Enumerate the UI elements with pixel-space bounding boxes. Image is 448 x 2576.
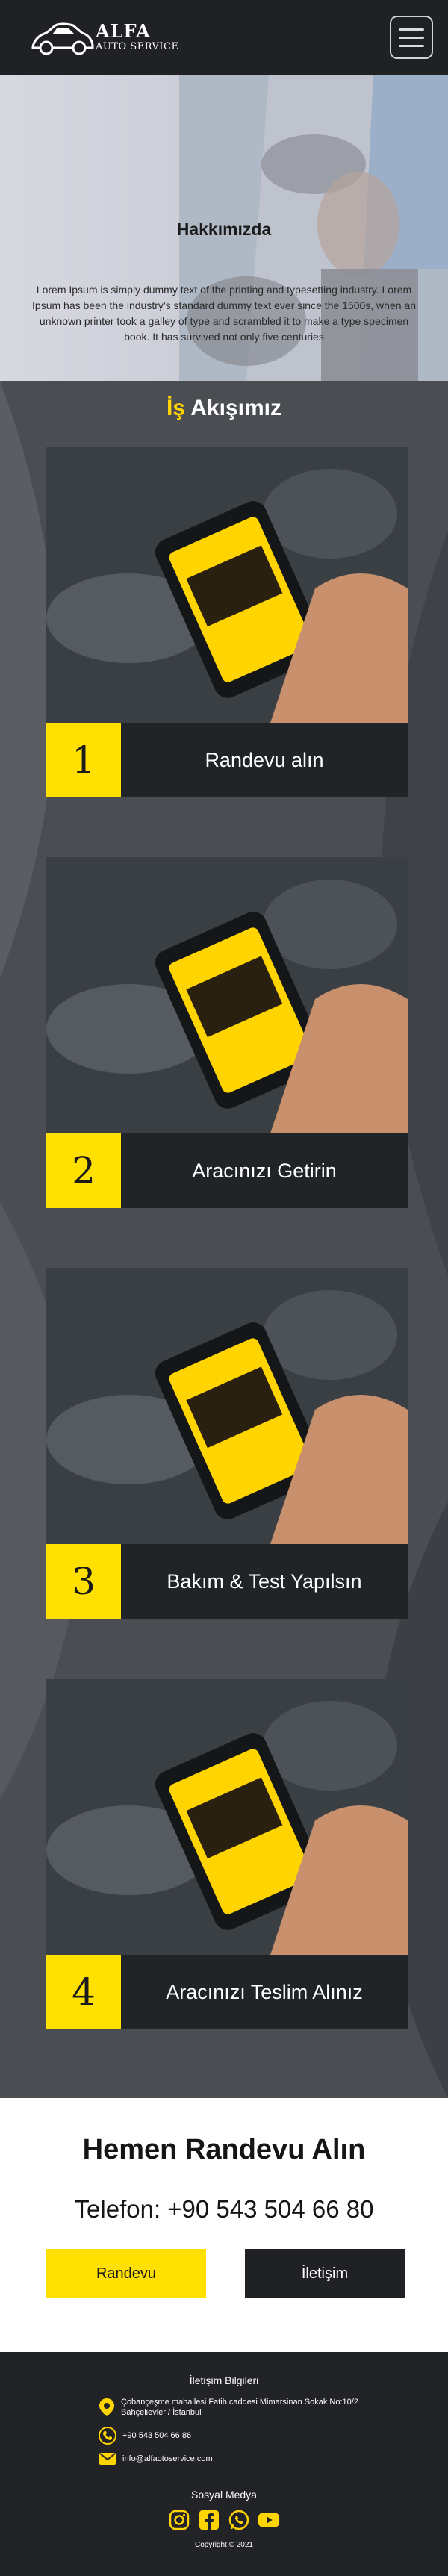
address-row: Çobançeşme mahallesi Fatih caddesi Mimar… <box>99 2397 367 2418</box>
phone-photo <box>46 857 408 1133</box>
phone-in-hand-image <box>46 1679 408 1955</box>
whatsapp-icon[interactable] <box>228 2509 250 2531</box>
contact-button[interactable]: İletişim <box>245 2249 405 2298</box>
process-section: İş Akışımız 1 Randevu alın 2 Aracınızı G… <box>0 381 448 2098</box>
phone-photo <box>46 1679 408 1955</box>
phone-number[interactable]: Telefon: +90 543 504 66 80 <box>0 2195 448 2224</box>
site-footer: İletişim Bilgileri Çobançeşme mahallesi … <box>0 2352 448 2576</box>
about-section: Hakkımızda Lorem Ipsum is simply dummy t… <box>0 75 448 381</box>
process-step: 1 Randevu alın <box>46 447 408 797</box>
process-title-highlight: İş <box>167 396 186 420</box>
social-media-title: Sosyal Medya <box>191 2489 257 2501</box>
copyright-text: Copyright © 2021 <box>195 2541 253 2549</box>
phone-photo <box>46 1268 408 1544</box>
phone-icon <box>99 2427 116 2445</box>
process-step: 2 Aracınızı Getirin <box>46 857 408 1208</box>
site-header: ALFA AUTO SERVICE <box>0 0 448 75</box>
phone-row[interactable]: +90 543 504 66 86 <box>99 2427 191 2445</box>
address-text: Çobançeşme mahallesi Fatih caddesi Mimar… <box>121 2398 358 2417</box>
appointment-title: Hemen Randevu Alın <box>82 2134 366 2165</box>
step-number: 3 <box>46 1544 121 1619</box>
phone-in-hand-image <box>46 1268 408 1544</box>
process-title: İş Akışımız <box>0 396 448 421</box>
hamburger-menu-button[interactable] <box>390 16 433 59</box>
step-label: Aracınızı Teslim Alınız <box>166 1981 363 2003</box>
brand-subtitle: AUTO SERVICE <box>96 41 179 52</box>
brand-name: ALFA <box>96 20 151 42</box>
step-label: Bakım & Test Yapılsın <box>167 1570 362 1593</box>
menu-line <box>399 45 424 47</box>
footer-email[interactable]: info@alfaotoservice.com <box>122 2454 213 2464</box>
process-title-rest: Akışımız <box>185 396 281 420</box>
phone-in-hand-image <box>46 857 408 1133</box>
email-row[interactable]: info@alfaotoservice.com <box>99 2452 213 2465</box>
step-number: 1 <box>46 723 121 797</box>
process-step: 3 Bakım & Test Yapılsın <box>46 1268 408 1619</box>
social-links <box>0 2509 448 2531</box>
car-logo-icon <box>31 22 94 55</box>
phone-in-hand-image <box>46 447 408 723</box>
about-text: Lorem Ipsum is simply dummy text of the … <box>32 284 416 343</box>
step-label: Aracınızı Getirin <box>192 1160 337 1182</box>
facebook-icon[interactable] <box>198 2509 220 2531</box>
location-pin-icon <box>99 2398 114 2416</box>
step-number: 4 <box>46 1955 121 2029</box>
about-title: Hakkımızda <box>176 220 272 239</box>
footer-phone[interactable]: +90 543 504 66 86 <box>122 2430 191 2441</box>
menu-line <box>399 28 424 31</box>
step-label: Randevu alın <box>205 749 324 771</box>
youtube-icon[interactable] <box>258 2509 280 2531</box>
instagram-icon[interactable] <box>168 2509 190 2531</box>
appointment-button[interactable]: Randevu <box>46 2249 206 2298</box>
contact-info-title: İletişim Bilgileri <box>189 2374 259 2386</box>
appointment-section: Hemen Randevu Alın Telefon: +90 543 504 … <box>0 2098 448 2352</box>
menu-line <box>399 37 424 39</box>
logo[interactable]: ALFA AUTO SERVICE <box>30 16 179 58</box>
step-number: 2 <box>46 1133 121 1208</box>
email-icon <box>99 2453 116 2465</box>
process-step: 4 Aracınızı Teslim Alınız <box>46 1679 408 2029</box>
phone-photo <box>46 447 408 723</box>
